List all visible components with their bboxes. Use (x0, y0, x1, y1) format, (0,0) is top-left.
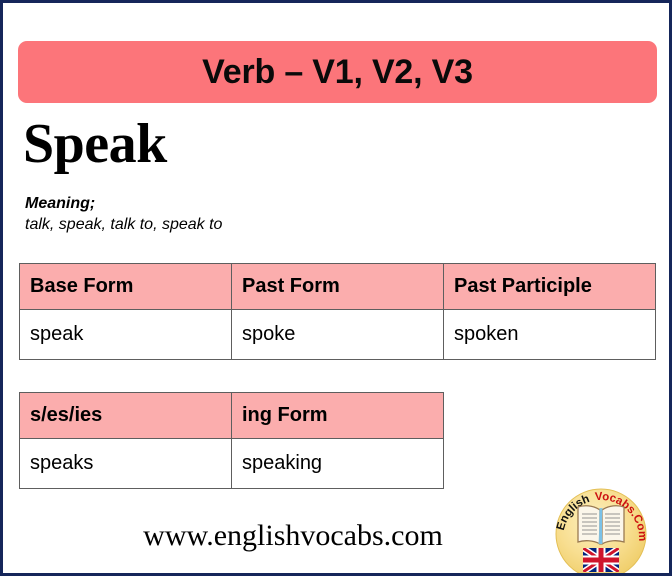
table-header-row: s/es/ies ing Form (19, 392, 444, 439)
header-banner-label: Verb – V1, V2, V3 (202, 52, 473, 91)
header-banner: Verb – V1, V2, V3 (18, 41, 657, 103)
englishvocabs-logo: English Vocabs.Com (553, 486, 649, 573)
website-url: www.englishvocabs.com (143, 519, 443, 552)
cell-ing-form: speaking (231, 438, 444, 489)
column-header-s-es-ies: s/es/ies (19, 392, 232, 439)
cell-base-form: speak (19, 309, 232, 360)
open-book-icon (577, 505, 625, 546)
column-header-past-form: Past Form (231, 263, 444, 310)
cell-past-participle: spoken (443, 309, 656, 360)
verb-title: Speak (23, 113, 167, 175)
meaning-value: talk, speak, talk to, speak to (25, 216, 223, 234)
verb-inflections-table: s/es/ies ing Form speaks speaking (19, 392, 444, 489)
cell-past-form: spoke (231, 309, 444, 360)
column-header-past-participle: Past Participle (443, 263, 656, 310)
meaning-block: Meaning; talk, speak, talk to, speak to (25, 193, 222, 236)
column-header-base-form: Base Form (19, 263, 232, 310)
table-row: speak spoke spoken (19, 309, 656, 360)
table-header-row: Base Form Past Form Past Participle (19, 263, 656, 310)
logo-graphic: English Vocabs.Com (555, 488, 648, 573)
column-header-ing-form: ing Form (231, 392, 444, 439)
table-row: speaks speaking (19, 438, 444, 489)
verb-forms-table: Base Form Past Form Past Participle spea… (19, 263, 656, 360)
uk-flag-icon (583, 548, 619, 572)
cell-s-es-ies: speaks (19, 438, 232, 489)
meaning-label: Meaning; (25, 195, 96, 212)
verb-card: Verb – V1, V2, V3 Speak Meaning; talk, s… (0, 0, 672, 576)
